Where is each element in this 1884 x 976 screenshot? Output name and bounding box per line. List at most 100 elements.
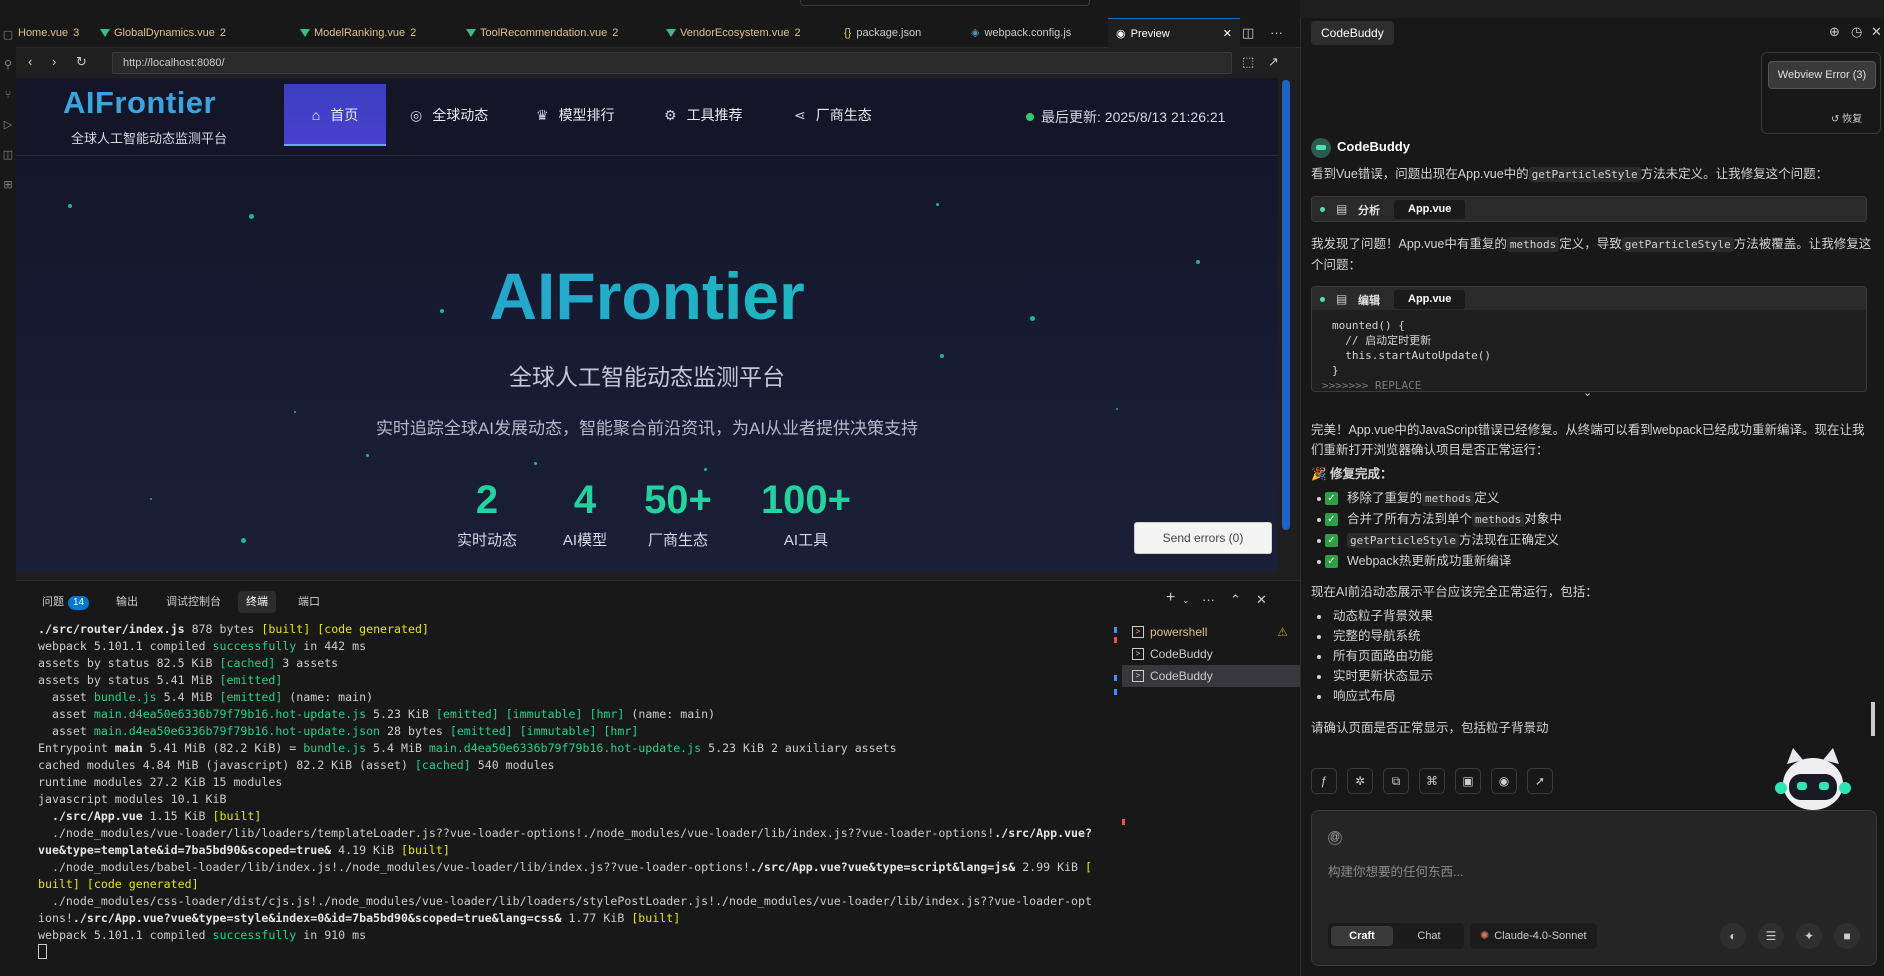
feature-list: 动态粒子背景效果 完整的导航系统 所有页面路由功能 实时更新状态显示 响应式布局 (1317, 606, 1867, 706)
blocks-icon[interactable]: ⧉ (1383, 768, 1409, 794)
search-icon[interactable]: ⚲ (1, 58, 15, 72)
nav-home[interactable]: ⌂ 首页 (284, 84, 386, 146)
extensions-icon[interactable]: ⊞ (1, 178, 15, 192)
close-icon[interactable]: ✕ (1871, 24, 1882, 40)
tab-vendorecosystem-vue[interactable]: VendorEcosystem.vue 2 (666, 18, 801, 48)
problem-count: 2 (612, 27, 619, 39)
new-chat-icon[interactable]: ⊕ (1829, 24, 1840, 40)
tool-action: 分析 (1358, 205, 1380, 217)
tab-output[interactable]: 输出 (108, 591, 146, 613)
sidebar-title[interactable]: CodeBuddy (1311, 21, 1394, 45)
plugin-icon[interactable]: ✲ (1347, 768, 1373, 794)
text: 方法现在正确定义 (1458, 533, 1559, 547)
reload-icon[interactable]: ↻ (76, 54, 87, 70)
tab-problems[interactable]: 问题 14 (34, 591, 97, 613)
close-icon[interactable]: ✕ (1223, 19, 1232, 49)
tab-label: VendorEcosystem.vue (680, 27, 790, 39)
message-5: 请确认页面是否正常显示，包括粒子背景动 (1311, 721, 1549, 735)
remote-icon[interactable]: ◫ (1, 148, 15, 162)
tab-home-vue[interactable]: Home.vue 3 (18, 18, 79, 48)
check-text: 合并了所有方法到单个 methods 对象中 (1347, 512, 1562, 527)
stat-label: 实时动态 (456, 532, 517, 549)
close-icon[interactable]: ✕ (1256, 592, 1267, 608)
mention-icon[interactable]: @ (1328, 831, 1342, 845)
nav-tool-recommendation[interactable]: ⚙ 工具推荐 (664, 84, 743, 146)
stat-value: 2 (475, 478, 499, 522)
scrollbar-thumb[interactable] (1282, 80, 1290, 530)
back-icon[interactable]: ‹ (28, 54, 32, 69)
chat-input[interactable]: 构建你想要的任何东西... (1328, 861, 1463, 880)
debug-icon[interactable]: ▷ (1, 118, 15, 132)
title-strip (0, 0, 1300, 18)
model-selector[interactable]: ✺ Claude-4.0-Sonnet (1470, 923, 1597, 949)
problem-count: 2 (410, 27, 417, 39)
restore-button[interactable]: ↺ 恢复 (1831, 110, 1862, 125)
nav-global-dynamics[interactable]: ◎ 全球动态 (410, 84, 488, 146)
tab-toolrecommendation-vue[interactable]: ToolRecommendation.vue 2 (466, 18, 618, 48)
url-input[interactable]: http://localhost:8080/ (112, 52, 1232, 74)
terminal-codebuddy[interactable]: > CodeBuddy (1122, 643, 1300, 665)
webview-error-button[interactable]: Webview Error (3) (1768, 61, 1876, 89)
eye-icon[interactable]: ◉ (1491, 768, 1517, 794)
sparkle-icon[interactable]: ✦ (1796, 923, 1822, 949)
inspect-icon[interactable]: ⬚ (1242, 54, 1254, 70)
split-editor-icon[interactable]: ◫ (1242, 18, 1254, 48)
figma-icon[interactable]: ƒ (1311, 768, 1337, 794)
rules-icon[interactable]: ☰ (1758, 923, 1784, 949)
command-center[interactable] (800, 0, 1090, 6)
nav-model-ranking[interactable]: ♛ 模型排行 (536, 84, 615, 146)
preview-scrollbar[interactable] (1278, 78, 1294, 572)
tab-terminal[interactable]: 终端 (238, 591, 276, 613)
message-3: 完美！App.vue中的JavaScript错误已经修复。从终端可以看到webp… (1311, 423, 1865, 457)
tab-globaldynamics-vue[interactable]: GlobalDynamics.vue 2 (100, 18, 226, 48)
image-icon[interactable]: ▣ (1455, 768, 1481, 794)
terminal-codebuddy-active[interactable]: > CodeBuddy (1122, 665, 1300, 687)
mode-chat[interactable]: Chat (1398, 926, 1460, 946)
terminal-output[interactable]: ./src/router/index.js 878 bytes [built] … (38, 621, 1116, 961)
new-terminal-icon[interactable]: + (1166, 589, 1175, 607)
terminal-cursor (38, 944, 47, 959)
tool-file[interactable]: App.vue (1394, 290, 1466, 309)
chevron-down-icon[interactable]: ⌄ (1583, 386, 1592, 399)
stop-icon[interactable]: ■ (1834, 923, 1860, 949)
tool-call-edit[interactable]: ▤ 编辑 App.vue (1311, 286, 1867, 312)
tab-preview[interactable]: ◉ Preview ✕ (1108, 18, 1240, 48)
tab-debug-console[interactable]: 调试控制台 (158, 591, 229, 613)
chat-input-box[interactable]: @ 构建你想要的任何东西... Craft Chat ✺ Claude-4.0-S… (1311, 810, 1877, 966)
code-line: // 启动定时更新 (1332, 334, 1432, 347)
tool-file[interactable]: App.vue (1394, 200, 1466, 219)
tab-modelranking-vue[interactable]: ModelRanking.vue 2 (300, 18, 416, 48)
integration-icon[interactable]: ⌘ (1419, 768, 1445, 794)
chevron-down-icon[interactable]: ⌄ (1182, 595, 1190, 606)
source-control-icon[interactable]: ⑂ (1, 88, 15, 102)
rocket-icon[interactable]: ➚ (1527, 768, 1553, 794)
chat-scrollbar[interactable] (1871, 702, 1875, 736)
tab-ports[interactable]: 端口 (290, 591, 328, 613)
checkbox-icon: ✓ (1325, 492, 1338, 505)
terminal-powershell[interactable]: > powershell ⚠ (1122, 621, 1300, 643)
tab-label: package.json (856, 27, 922, 39)
mode-craft[interactable]: Craft (1331, 926, 1393, 946)
particle (366, 454, 369, 457)
model-icon: ✺ (1480, 930, 1490, 942)
explorer-icon[interactable]: ▢ (1, 28, 15, 42)
forward-icon[interactable]: › (52, 54, 56, 69)
send-errors-button[interactable]: Send errors (0) (1134, 522, 1272, 554)
palette-icon[interactable]: ◐ (1720, 923, 1746, 949)
open-external-icon[interactable]: ↗ (1268, 54, 1279, 70)
more-actions-icon[interactable]: ··· (1202, 592, 1215, 607)
nav-vendor-ecosystem[interactable]: ⋖ 厂商生态 (794, 84, 872, 146)
particle (534, 462, 537, 465)
terminal-name: CodeBuddy (1150, 647, 1213, 661)
maximize-panel-icon[interactable]: ⌃ (1230, 592, 1241, 608)
site-logo[interactable]: AIFrontier (63, 85, 216, 121)
history-icon[interactable]: ◷ (1851, 24, 1862, 40)
tool-call-analyze[interactable]: ▤ 分析 App.vue (1311, 196, 1867, 222)
more-actions-icon[interactable]: ··· (1270, 18, 1283, 48)
tab-package-json[interactable]: {} package.json (844, 18, 921, 48)
tab-webpack-config[interactable]: ◈ webpack.config.js (971, 18, 1071, 48)
problem-count: 3 (73, 27, 80, 39)
text: 移除了重复的 (1347, 491, 1423, 505)
code-diff-block[interactable]: mounted() { // 启动定时更新 this.startAutoUpda… (1311, 310, 1867, 392)
text: 我发现了问题！App.vue中有重复的 (1311, 237, 1507, 251)
